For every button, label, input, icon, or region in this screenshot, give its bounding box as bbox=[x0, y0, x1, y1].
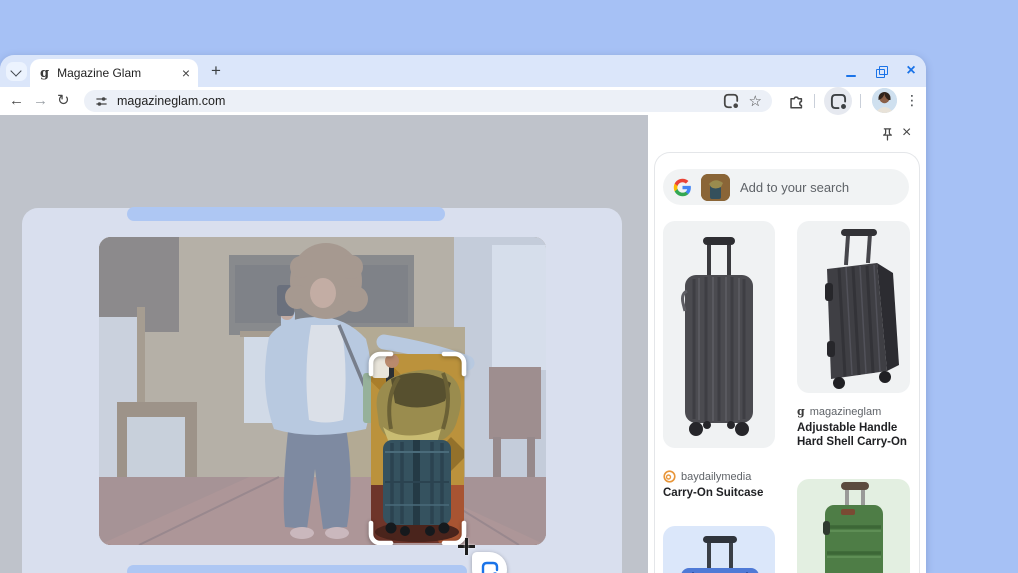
page-placeholder-bar bbox=[127, 565, 467, 573]
new-tab-button[interactable]: + bbox=[205, 60, 227, 82]
tab-close-icon[interactable]: × bbox=[182, 66, 190, 80]
url-text: magazineglam.com bbox=[117, 94, 226, 108]
lens-results-panel: × Add to your search g magazineglam Adju… bbox=[648, 115, 926, 573]
avatar-image bbox=[872, 88, 897, 113]
extensions-icon[interactable] bbox=[787, 92, 805, 110]
site-favicon-icon: g bbox=[797, 405, 805, 418]
address-bar[interactable]: magazineglam.com ☆ bbox=[84, 90, 772, 112]
lens-search-icon[interactable] bbox=[723, 93, 739, 109]
toolbar-divider bbox=[860, 94, 861, 108]
article-photo[interactable] bbox=[99, 237, 546, 545]
google-logo-icon bbox=[673, 178, 691, 196]
site-settings-icon[interactable] bbox=[94, 94, 109, 109]
tab-search-button[interactable] bbox=[6, 62, 27, 81]
minimize-icon bbox=[846, 75, 856, 77]
window-close-button[interactable]: × bbox=[904, 63, 918, 79]
browser-toolbar: ← → ↻ magazineglam.com ☆ ⋮ bbox=[0, 87, 926, 116]
lens-icon bbox=[481, 561, 498, 573]
close-panel-icon[interactable]: × bbox=[902, 125, 911, 141]
window-minimize-button[interactable] bbox=[844, 64, 858, 78]
product-image-green-suitcase[interactable] bbox=[797, 479, 910, 573]
product-source-name: baydailymedia bbox=[681, 470, 752, 483]
lens-toolbar-button[interactable] bbox=[824, 87, 852, 115]
tab-magazine-glam[interactable]: g Magazine Glam × bbox=[30, 59, 198, 87]
toolbar-divider bbox=[814, 94, 815, 108]
product-title[interactable]: Carry-On Suitcase bbox=[663, 486, 775, 500]
reload-button[interactable]: ↻ bbox=[57, 93, 70, 108]
window-restore-button[interactable] bbox=[874, 64, 888, 78]
search-placeholder: Add to your search bbox=[740, 179, 850, 195]
browser-window: g Magazine Glam × + × ← → ↻ magazineglam… bbox=[0, 55, 926, 573]
site-favicon-icon: g bbox=[40, 65, 50, 81]
restore-icon-back bbox=[879, 66, 888, 75]
bookmark-star-icon[interactable]: ☆ bbox=[749, 94, 762, 109]
product-title[interactable]: Adjustable Handle Hard Shell Carry-On bbox=[797, 421, 910, 449]
lens-search-bar[interactable]: Add to your search bbox=[663, 169, 909, 205]
baydailymedia-favicon-icon bbox=[663, 470, 676, 483]
chevron-down-icon bbox=[10, 65, 22, 77]
profile-avatar[interactable] bbox=[872, 88, 897, 113]
forward-button[interactable]: → bbox=[33, 93, 48, 108]
product-image-blue-suitcase[interactable] bbox=[663, 526, 775, 573]
product-source[interactable]: baydailymedia bbox=[663, 470, 751, 483]
lens-icon bbox=[830, 93, 846, 109]
product-image-adjustable-handle[interactable] bbox=[797, 221, 910, 393]
webpage-lens-overlay bbox=[0, 115, 648, 573]
product-image-carry-on-suitcase[interactable] bbox=[663, 221, 775, 448]
lens-results-card: Add to your search g magazineglam Adjust… bbox=[654, 152, 920, 573]
product-source[interactable]: g magazineglam bbox=[797, 405, 881, 418]
page-placeholder-bar bbox=[127, 207, 445, 221]
tab-title: Magazine Glam bbox=[57, 66, 142, 80]
product-source-name: magazineglam bbox=[809, 405, 882, 418]
pin-panel-icon[interactable] bbox=[880, 127, 895, 142]
tab-strip: g Magazine Glam × + × bbox=[0, 55, 926, 87]
back-button[interactable]: ← bbox=[9, 93, 24, 108]
browser-menu-icon[interactable]: ⋮ bbox=[905, 92, 919, 109]
search-region-thumbnail[interactable] bbox=[701, 173, 730, 201]
